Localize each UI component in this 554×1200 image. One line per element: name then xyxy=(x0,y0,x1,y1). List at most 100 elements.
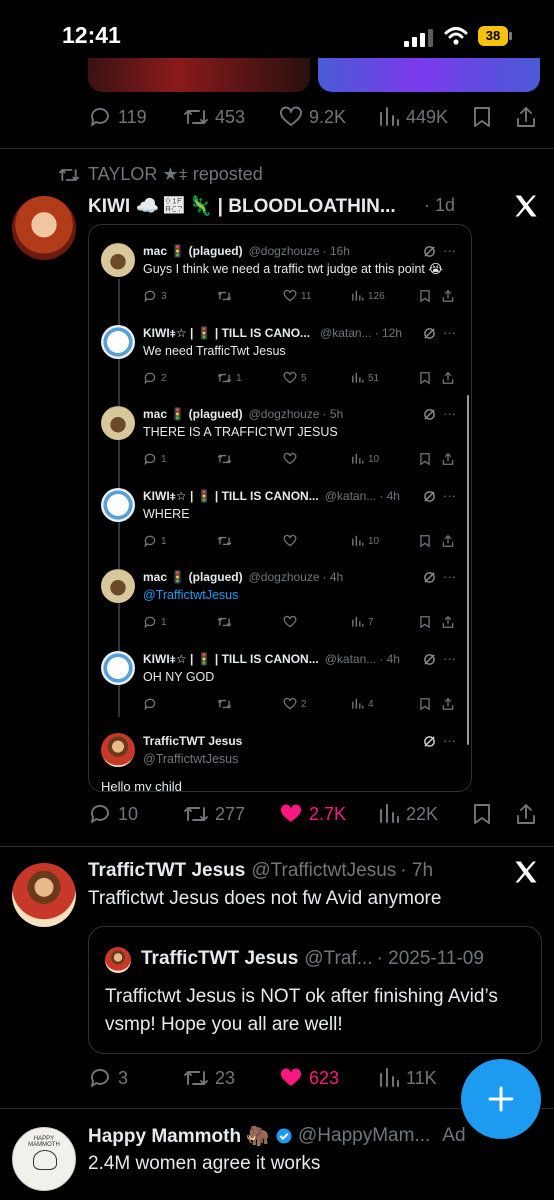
like-button[interactable] xyxy=(283,452,301,466)
repost-button[interactable] xyxy=(217,452,236,466)
like-button[interactable]: 9.2K xyxy=(279,105,346,129)
repost-button[interactable]: 453 xyxy=(183,105,245,129)
like-button[interactable]: 623 xyxy=(279,1066,339,1090)
repost-button[interactable] xyxy=(217,697,236,711)
repost-button[interactable] xyxy=(217,534,236,548)
mention-link[interactable]: @TraffictwtJesus xyxy=(143,587,238,603)
author-handle[interactable]: @HappyMam... xyxy=(298,1125,430,1147)
avatar[interactable] xyxy=(101,488,135,522)
share-button[interactable] xyxy=(441,615,455,629)
bookmark-button[interactable] xyxy=(419,534,431,548)
more-menu-button[interactable]: ··· xyxy=(443,569,456,584)
avatar[interactable]: HAPPY MAMMOTH xyxy=(12,1127,76,1191)
views-button[interactable]: 51 xyxy=(351,371,379,385)
like-button[interactable]: 2.7K xyxy=(279,802,346,826)
grok-icon[interactable] xyxy=(423,653,436,666)
quoted-tweet[interactable]: TrafficTWT Jesus @Traf... · 2025-11-09 T… xyxy=(88,926,542,1054)
author-handle: @dogzhouze xyxy=(248,407,320,421)
like-button[interactable]: 11 xyxy=(283,289,311,303)
battery-indicator: 38 xyxy=(478,26,508,46)
bookmark-icon[interactable] xyxy=(472,802,492,826)
media-image-left[interactable] xyxy=(88,58,310,92)
scrollbar[interactable] xyxy=(467,395,469,745)
reply-button[interactable]: 1 xyxy=(143,534,167,548)
bookmark-button[interactable] xyxy=(419,452,431,466)
grok-icon[interactable] xyxy=(423,245,436,258)
author-name[interactable]: TrafficTWT Jesus xyxy=(88,860,245,882)
like-button[interactable] xyxy=(283,534,301,548)
reply-button[interactable]: 1 xyxy=(143,452,167,466)
like-icon xyxy=(283,371,297,384)
views-button[interactable]: 22K xyxy=(378,802,438,826)
author-name[interactable]: KIWI ☁️ 🫇 🦎 | BLOODLOATHIN... xyxy=(88,194,428,218)
post-text: Traffictwt Jesus does not fw Avid anymor… xyxy=(88,888,442,909)
avatar[interactable] xyxy=(101,733,135,767)
more-menu-button[interactable]: ··· xyxy=(443,488,456,503)
repost-button[interactable] xyxy=(217,615,236,629)
share-icon[interactable] xyxy=(514,105,538,129)
share-button[interactable] xyxy=(441,452,455,466)
timestamp[interactable]: · 7h xyxy=(400,860,433,882)
like-icon xyxy=(283,534,297,547)
bookmark-icon[interactable] xyxy=(472,105,492,129)
more-menu-button[interactable]: ··· xyxy=(443,651,456,666)
reply-button[interactable]: 2 xyxy=(143,371,167,385)
reply-button[interactable]: 3 xyxy=(143,289,167,303)
like-button[interactable]: 5 xyxy=(283,371,307,385)
grok-icon[interactable] xyxy=(423,327,436,340)
avatar[interactable] xyxy=(101,569,135,603)
views-button[interactable]: 7 xyxy=(351,615,374,629)
avatar[interactable] xyxy=(101,651,135,685)
bookmark-button[interactable] xyxy=(419,697,431,711)
bookmark-button[interactable] xyxy=(419,615,431,629)
avatar[interactable] xyxy=(12,196,76,260)
avatar[interactable] xyxy=(101,406,135,440)
views-icon xyxy=(352,372,364,383)
views-icon xyxy=(352,535,364,546)
like-button[interactable]: 2 xyxy=(283,697,307,711)
grok-icon[interactable] xyxy=(423,571,436,584)
repost-button[interactable]: 1 xyxy=(217,371,242,385)
views-button[interactable]: 4 xyxy=(351,697,374,711)
timestamp[interactable]: · 1d xyxy=(424,195,455,216)
repost-indicator: TAYLOR ★⧧ reposted xyxy=(58,164,263,185)
reply-button[interactable]: 10 xyxy=(88,802,138,826)
share-button[interactable] xyxy=(441,697,455,711)
more-menu-button[interactable]: ··· xyxy=(443,243,456,258)
more-menu-button[interactable]: ··· xyxy=(443,733,456,748)
more-menu-button[interactable]: ··· xyxy=(443,325,456,340)
more-menu-button[interactable]: ··· xyxy=(443,406,456,421)
media-image-right[interactable] xyxy=(318,58,540,92)
grok-icon[interactable] xyxy=(423,735,436,748)
grok-icon[interactable] xyxy=(423,490,436,503)
views-button[interactable]: 126 xyxy=(351,289,385,303)
like-button[interactable] xyxy=(283,615,301,629)
bookmark-button[interactable] xyxy=(419,289,431,303)
compose-button[interactable] xyxy=(461,1059,541,1139)
bookmark-button[interactable] xyxy=(419,371,431,385)
grok-icon[interactable] xyxy=(423,408,436,421)
views-button[interactable]: 10 xyxy=(351,452,379,466)
share-button[interactable] xyxy=(441,534,455,548)
views-button[interactable]: 449K xyxy=(378,105,448,129)
reply-button[interactable]: 3 xyxy=(88,1066,128,1090)
thread-card[interactable]: mac 🚦 (plagued) @dogzhouze · 16h ··· Guys … xyxy=(88,224,472,792)
repost-button[interactable]: 277 xyxy=(183,802,245,826)
reply-button[interactable]: 1 xyxy=(143,615,167,629)
share-icon[interactable] xyxy=(514,802,538,826)
views-button[interactable]: 10 xyxy=(351,534,379,548)
views-button[interactable]: 11K xyxy=(378,1066,437,1090)
author-handle[interactable]: @TraffictwtJesus xyxy=(251,860,396,882)
repost-icon xyxy=(58,168,80,181)
share-button[interactable] xyxy=(441,289,455,303)
avatar[interactable] xyxy=(101,325,135,359)
avatar[interactable] xyxy=(12,863,76,927)
repost-button[interactable]: 23 xyxy=(183,1066,235,1090)
share-button[interactable] xyxy=(441,371,455,385)
author-name[interactable]: Happy Mammoth 🦣 xyxy=(88,1124,270,1148)
reply-button[interactable] xyxy=(143,697,161,711)
reply-icon xyxy=(144,453,156,466)
reply-button[interactable]: 119 xyxy=(88,105,147,129)
avatar[interactable] xyxy=(101,243,135,277)
repost-button[interactable] xyxy=(217,289,236,303)
